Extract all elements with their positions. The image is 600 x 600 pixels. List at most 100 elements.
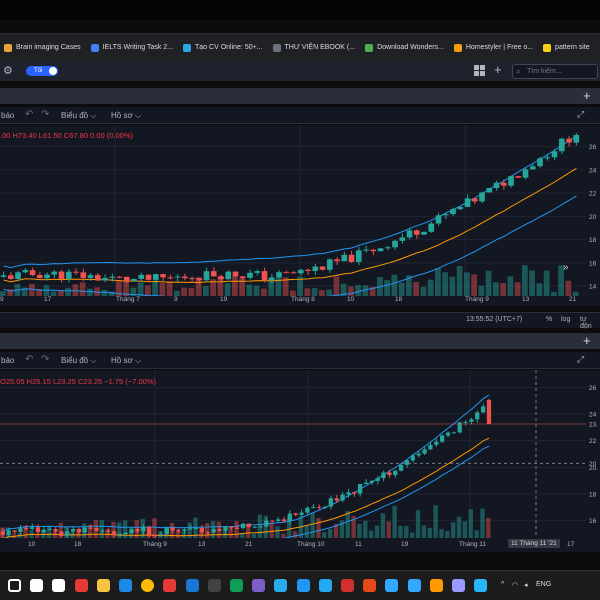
percent-toggle-1[interactable]: % [546,316,552,323]
expand-icon[interactable]: ⤢ [577,354,584,365]
candle-body [334,498,339,501]
language-indicator[interactable]: ENG [536,581,551,588]
price-tick-label: 18 [589,237,597,244]
candle-body [363,482,369,485]
chrome-red-icon[interactable] [74,579,88,592]
edge-dev-icon[interactable] [230,579,243,592]
windows-icon[interactable] [8,579,21,592]
opera-icon[interactable] [163,579,177,592]
office-icon[interactable] [363,579,377,592]
theme-toggle[interactable]: Tối [26,66,58,76]
volume-bar [427,279,434,296]
profile-menu-button[interactable]: Hồ sơ ⌵ [111,111,141,121]
redo-icon[interactable]: ↷ [41,354,49,365]
undo-icon[interactable]: ↶ [25,109,33,120]
candle-body [109,276,116,278]
expand-icon[interactable]: ⤢ [577,109,584,120]
x-tick-label: 10 [28,541,36,548]
price-tick-label: 14 [589,284,597,291]
candle-body [357,484,363,494]
vscode-icon[interactable] [318,579,332,592]
price-tick-label: 22 [589,438,597,445]
bookmark-item[interactable]: THƯ VIỆN EBOOK (... [269,34,362,61]
candle-body [508,176,514,186]
volume-bar [507,276,514,296]
chart-menu-button[interactable]: Biểu đồ ⌵ [61,111,96,121]
panel-1-chart-area[interactable]: 26 24 22 20 18 16 14 .00 H73.40 L61.50 C67.80 … [0,125,600,300]
candlestick-chart-1[interactable]: 26 24 22 20 18 16 14 [0,125,600,300]
viber-icon[interactable] [252,579,266,592]
bookmark-item[interactable]: Download Wonders... [361,34,450,61]
volume-bar [137,282,144,296]
bookmark-item[interactable]: Homestyler | Free o... [450,34,539,61]
volume-icon[interactable]: ◂ [524,581,528,589]
task-view-icon[interactable] [52,579,66,592]
price-tick-label: 26 [589,144,597,151]
x-tick-label: 21 [569,296,577,303]
volume-bar [253,285,260,296]
wifi-icon[interactable]: ◠ [512,581,518,589]
explorer-icon[interactable] [96,579,110,592]
search-icon[interactable] [30,579,44,592]
candle-body [486,187,493,193]
candle-body [24,528,29,530]
redo-icon[interactable]: ↷ [41,109,49,120]
candlestick-chart-2[interactable]: 262423.222020.1816 [0,370,600,548]
price-tick-label: 16 [589,518,597,525]
acrobat-icon[interactable] [341,579,354,592]
volume-bar [468,509,473,538]
panel-2-toolbar: báo ↶ ↷ Biểu đồ ⌵ Hồ sơ ⌵ ⤢ [0,352,600,369]
bookmark-item[interactable]: Tạo CV Online: 50+... [179,34,269,61]
photoshop-icon[interactable] [385,579,399,592]
ohlc-readout-2: O25.05 H25.15 L23.25 C23.25 −1.75 (−7.00… [0,377,156,386]
zalo-icon[interactable] [296,579,310,592]
candle-body [312,266,319,272]
search-input[interactable]: ⌕ Tìm kiếm... [512,64,598,79]
bookmark-favicon-icon [90,43,99,52]
volume-bar [87,288,93,296]
chart-menu-button[interactable]: Biểu đồ ⌵ [61,356,96,366]
auto-toggle-1[interactable]: tự độn [580,316,600,330]
rush-icon[interactable] [452,579,465,592]
indicator-button[interactable]: báo [1,356,14,365]
chrome-icon[interactable] [141,579,155,592]
volume-bar [234,521,239,538]
bookmark-label: Download Wonders... [377,44,444,51]
indicator-button[interactable]: báo [1,111,14,120]
candle-body [111,531,117,536]
telegram-icon[interactable] [274,579,288,592]
illustrator-icon[interactable] [429,579,443,592]
panel-1-add-icon[interactable]: + [583,88,591,103]
profile-menu-button[interactable]: Hồ sơ ⌵ [111,356,141,366]
candle-body [297,269,304,274]
x-tick-label: 13 [198,541,206,548]
volume-bar [413,282,419,296]
bookmark-item[interactable]: Brain imaging Cases [0,34,87,61]
panel-2-add-icon[interactable]: + [583,333,591,348]
lightroom-classic-icon[interactable] [407,579,421,592]
store-icon[interactable] [207,579,221,592]
layout-grid-icon[interactable] [474,65,485,76]
panel-2-chart-area[interactable]: 26 24 23. 22 20 20. 18 16 O25.05 H25.15 L23.25 … [0,370,600,548]
profile-menu-label: Hồ sơ [111,356,133,365]
candle-body [435,215,442,224]
add-plus-icon[interactable]: + [494,62,502,77]
chevron-down-icon: ⌵ [134,356,142,365]
scroll-right-icon[interactable]: » [563,262,569,273]
candle-body [348,254,355,263]
bookmark-item[interactable]: pattern site [539,34,596,61]
mail-icon[interactable] [185,579,199,592]
candle-body [398,464,404,471]
undo-icon[interactable]: ↶ [25,354,33,365]
bookmark-item[interactable]: IELTS Writing Task 2... [87,34,179,61]
log-toggle-1[interactable]: log [561,316,570,323]
volume-bar [543,270,550,296]
settings-gear-icon[interactable]: ⚙ [3,64,13,77]
chevron-down-icon: ⌵ [90,111,97,120]
edge-icon[interactable] [119,579,132,592]
candle-body [463,421,468,423]
candle-body [268,277,275,281]
tray-chevron-icon[interactable]: ^ [501,581,504,588]
wps-icon[interactable] [474,579,488,592]
volume-bar [269,522,274,538]
